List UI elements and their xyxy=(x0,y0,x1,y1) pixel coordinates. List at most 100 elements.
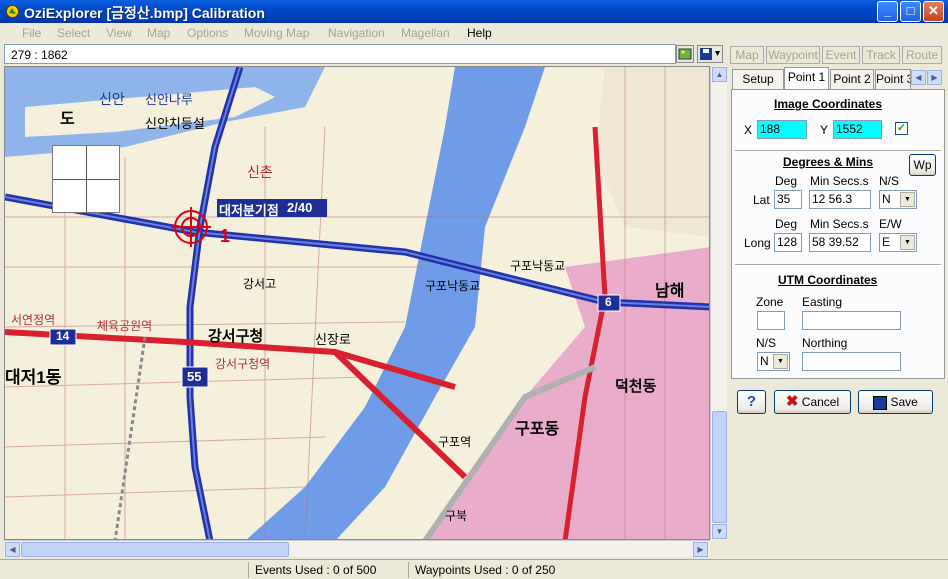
chevron-down-icon: ▼ xyxy=(773,354,788,369)
waypoints-used-status: Waypoints Used : 0 of 250 xyxy=(408,562,571,578)
map-label: 강서구청역 xyxy=(215,357,271,371)
separator xyxy=(735,150,941,152)
tab-scroll-right[interactable]: ▶ xyxy=(927,70,942,85)
chevron-down-icon: ▼ xyxy=(900,235,915,250)
tab-setup[interactable]: Setup xyxy=(732,69,784,89)
lat-ns-select[interactable]: N ▼ xyxy=(879,190,917,209)
map-overview[interactable] xyxy=(52,145,120,213)
horizontal-scrollbar[interactable]: ◀ ▶ xyxy=(4,540,710,557)
lat-minutes-input[interactable]: 12 56.3 xyxy=(809,190,871,209)
map-label: 서연정역 xyxy=(11,313,56,327)
route-shield-6: 6 xyxy=(605,295,612,309)
route-shield-14: 14 xyxy=(56,329,70,343)
deg-column-label: Deg xyxy=(775,174,798,188)
cancel-x-icon: ✖ xyxy=(785,393,799,410)
northing-label: Northing xyxy=(802,336,848,350)
map-label: 2/40 xyxy=(287,200,313,215)
events-used-status: Events Used : 0 of 500 xyxy=(248,562,409,578)
map-label: 도 xyxy=(60,111,75,128)
map-label: 구포낙동교 xyxy=(425,279,481,293)
menu-help[interactable]: Help xyxy=(467,26,492,40)
menu-map[interactable]: Map xyxy=(147,26,170,40)
menu-select[interactable]: Select xyxy=(57,26,90,40)
close-button[interactable]: ✕ xyxy=(923,1,944,22)
map-label: 구포역 xyxy=(438,435,472,449)
scroll-up-button[interactable]: ▲ xyxy=(712,67,727,82)
tab-route[interactable]: Route xyxy=(902,46,942,64)
save-button[interactable]: Save xyxy=(858,390,933,414)
scroll-right-button[interactable]: ▶ xyxy=(693,542,708,557)
menu-magellan[interactable]: Magellan xyxy=(401,26,450,40)
y-label: Y xyxy=(820,123,829,137)
image-coordinates-heading: Image Coordinates xyxy=(774,97,883,111)
scroll-left-button[interactable]: ◀ xyxy=(5,542,20,557)
map-canvas[interactable]: 1 신안 신안나루 신안치등설 도 신촌 대저분기점 2/40 강서고 강서구청… xyxy=(4,66,710,540)
long-ew-select[interactable]: E ▼ xyxy=(879,233,917,252)
scroll-corner xyxy=(710,540,727,557)
menu-options[interactable]: Options xyxy=(187,26,228,40)
ns-column-label: N/S xyxy=(879,174,900,188)
save-disk-icon[interactable] xyxy=(697,45,723,63)
title-bar[interactable]: OziExplorer [금정산.bmp] Calibration _ □ ✕ xyxy=(0,0,948,23)
tab-map[interactable]: Map xyxy=(730,46,764,64)
map-label: 남해 xyxy=(655,283,685,300)
utm-ns-value: N xyxy=(760,354,769,368)
tab-scroll-left[interactable]: ◀ xyxy=(911,70,926,85)
utm-easting-input[interactable] xyxy=(802,311,901,330)
chevron-down-icon: ▼ xyxy=(900,192,915,207)
image-icon[interactable] xyxy=(676,45,694,63)
help-button[interactable]: ? xyxy=(737,390,766,414)
menu-bar: File Select View Map Options Moving Map … xyxy=(0,23,948,43)
map-label: 대저분기점 xyxy=(219,203,279,218)
route-shield-55: 55 xyxy=(187,369,202,384)
map-label: 체육공원역 xyxy=(97,319,153,333)
vertical-scrollbar[interactable]: ▲ ▼ xyxy=(710,66,727,540)
menu-file[interactable]: File xyxy=(22,26,41,40)
lat-degrees-input[interactable]: 35 xyxy=(774,190,802,209)
tab-point-2[interactable]: Point 2 xyxy=(830,69,874,89)
utm-zone-input[interactable] xyxy=(757,311,785,330)
window-title: OziExplorer [금정산.bmp] Calibration xyxy=(24,5,265,21)
zone-label: Zone xyxy=(756,295,784,309)
coordinate-display: 279 : 1862 xyxy=(4,44,676,64)
map-label: 구포낙동교 xyxy=(510,259,566,273)
svg-text:1: 1 xyxy=(220,226,230,246)
image-x-input[interactable]: 188 xyxy=(757,120,807,139)
help-icon: ? xyxy=(746,393,757,410)
map-label: 대저1동 xyxy=(5,368,62,387)
map-label: 강서구청 xyxy=(208,328,264,345)
x-label: X xyxy=(744,123,753,137)
image-y-input[interactable]: 1552 xyxy=(833,120,882,139)
long-degrees-input[interactable]: 128 xyxy=(774,233,802,252)
cancel-button[interactable]: ✖ Cancel xyxy=(774,390,851,414)
horizontal-scroll-thumb[interactable] xyxy=(21,542,289,557)
utm-ns-select[interactable]: N ▼ xyxy=(757,352,790,371)
menu-navigation[interactable]: Navigation xyxy=(328,26,385,40)
map-label: 신안치등설 xyxy=(145,116,205,131)
long-minutes-input[interactable]: 58 39.52 xyxy=(809,233,871,252)
maximize-button[interactable]: □ xyxy=(900,1,921,22)
degrees-mins-heading: Degrees & Mins xyxy=(783,155,874,169)
menu-moving-map[interactable]: Moving Map xyxy=(244,26,309,40)
wp-button[interactable]: Wp xyxy=(909,154,936,176)
long-ew-value: E xyxy=(882,235,891,249)
tab-point-1[interactable]: Point 1 xyxy=(784,67,829,89)
vertical-scroll-thumb[interactable] xyxy=(712,411,727,523)
tab-waypoint[interactable]: Waypoint xyxy=(766,46,820,64)
min-column-label: Min Secs.s xyxy=(810,217,869,231)
map-label: 신장로 xyxy=(315,332,351,347)
tab-point-3[interactable]: Point 3 xyxy=(875,69,911,89)
utm-coordinates-heading: UTM Coordinates xyxy=(778,273,878,287)
tab-track[interactable]: Track xyxy=(862,46,900,64)
minimize-button[interactable]: _ xyxy=(877,1,898,22)
menu-view[interactable]: View xyxy=(106,26,132,40)
scroll-down-button[interactable]: ▼ xyxy=(712,524,727,539)
tab-event[interactable]: Event xyxy=(822,46,860,64)
map-label: 신안나루 xyxy=(145,92,193,107)
image-coordinates-checkbox[interactable]: ✓ xyxy=(895,122,908,135)
map-label: 구포동 xyxy=(515,421,560,438)
utm-northing-input[interactable] xyxy=(802,352,901,371)
map-label: 신촌 xyxy=(247,164,273,180)
map-label: 강서고 xyxy=(243,277,277,291)
app-icon xyxy=(6,5,19,18)
